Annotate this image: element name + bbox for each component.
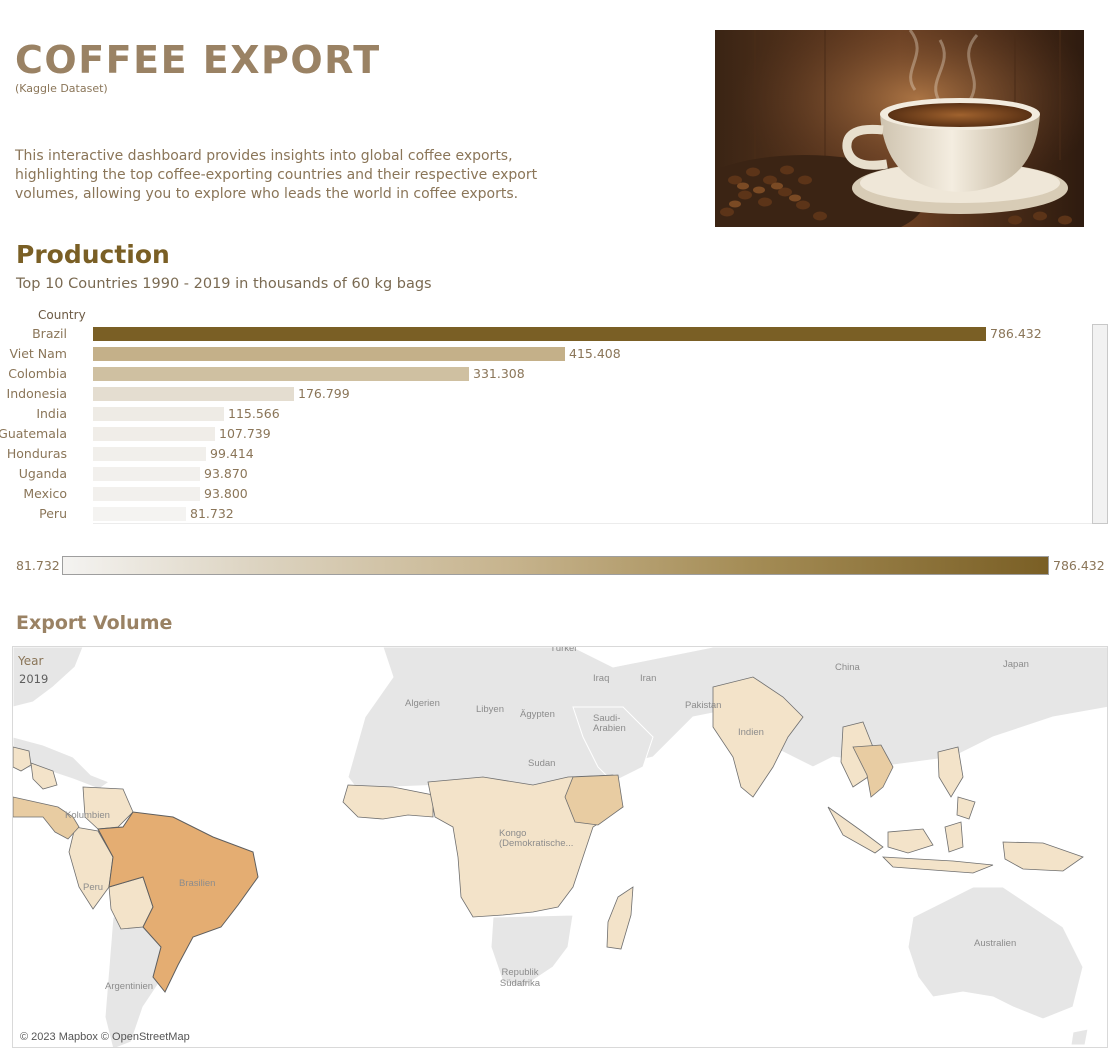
map-attribution[interactable]: © 2023 Mapbox © OpenStreetMap bbox=[20, 1031, 190, 1043]
bar-row[interactable]: India 115.566 bbox=[0, 404, 1090, 424]
legend-color-ramp bbox=[62, 556, 1049, 575]
bar-category-label: Uganda bbox=[18, 466, 67, 481]
production-bar-chart[interactable]: Country Brazil 786.432 Viet Nam 415.408 Colo… bbox=[0, 304, 1110, 526]
bar-row[interactable]: Peru 81.732 bbox=[0, 504, 1090, 524]
bar-value-label: 331.308 bbox=[473, 366, 525, 381]
map-place-label: Republik Südafrika bbox=[499, 967, 541, 989]
map-place-label: China bbox=[835, 662, 860, 673]
bar-value-label: 93.870 bbox=[204, 466, 248, 481]
map-place-label: Australien bbox=[974, 938, 1017, 949]
chart-scrollbar[interactable] bbox=[1092, 324, 1108, 524]
bar-row[interactable]: Mexico 93.800 bbox=[0, 484, 1090, 504]
map-place-label: Indien bbox=[738, 727, 764, 738]
dashboard-description: This interactive dashboard provides insi… bbox=[15, 148, 538, 202]
bar[interactable] bbox=[93, 467, 200, 481]
map-place-label: Saudi-Arabien bbox=[593, 713, 626, 734]
map-place-label: Türkei bbox=[550, 646, 577, 654]
bar-row[interactable]: Colombia 331.308 bbox=[0, 364, 1090, 384]
map-place-label: Brasilien bbox=[179, 878, 216, 889]
legend-max-label: 786.432 bbox=[1053, 558, 1105, 573]
bar-category-label: Guatemala bbox=[0, 426, 67, 441]
map-year-value[interactable]: 2019 bbox=[19, 672, 48, 686]
map-place-label: Algerien bbox=[405, 698, 440, 709]
bar[interactable] bbox=[93, 407, 224, 421]
bar-value-label: 93.800 bbox=[204, 486, 248, 501]
map-place-label: Ägypten bbox=[520, 709, 555, 720]
map-year-label: Year bbox=[18, 654, 44, 668]
production-subtitle: Top 10 Countries 1990 - 2019 in thousand… bbox=[16, 276, 432, 292]
bar[interactable] bbox=[93, 447, 206, 461]
bar-row[interactable]: Uganda 93.870 bbox=[0, 464, 1090, 484]
bar-row[interactable]: Indonesia 176.799 bbox=[0, 384, 1090, 404]
map-place-label: Kongo (Demokratische... bbox=[499, 828, 574, 849]
bar[interactable] bbox=[93, 387, 294, 401]
bar[interactable] bbox=[93, 487, 200, 501]
bar-row[interactable]: Brazil 786.432 bbox=[0, 324, 1090, 344]
dashboard-title: COFFEE EXPORT bbox=[15, 38, 381, 82]
bar[interactable] bbox=[93, 347, 565, 361]
export-volume-title: Export Volume bbox=[16, 612, 173, 634]
country-column-header[interactable]: Country bbox=[38, 308, 86, 322]
bar[interactable] bbox=[93, 507, 186, 521]
bar-value-label: 176.799 bbox=[298, 386, 350, 401]
production-title: Production bbox=[16, 240, 170, 269]
bar[interactable] bbox=[93, 367, 469, 381]
map-place-label: Argentinien bbox=[105, 981, 154, 992]
map-place-label: Libyen bbox=[476, 704, 504, 715]
color-legend: 81.732 786.432 bbox=[0, 555, 1110, 577]
bar-category-label: Viet Nam bbox=[9, 346, 67, 361]
bar[interactable] bbox=[93, 427, 215, 441]
map-place-label: Pakistan bbox=[685, 700, 722, 711]
bar-row[interactable]: Guatemala 107.739 bbox=[0, 424, 1090, 444]
bar-value-label: 99.414 bbox=[210, 446, 254, 461]
bar-value-label: 786.432 bbox=[990, 326, 1042, 341]
legend-min-label: 81.732 bbox=[16, 558, 60, 573]
bar-category-label: Peru bbox=[39, 506, 67, 521]
bar-row[interactable]: Honduras 99.414 bbox=[0, 444, 1090, 464]
bar-value-label: 81.732 bbox=[190, 506, 234, 521]
map-place-label: Iraq bbox=[593, 673, 610, 684]
map-place-label: Kolumbien bbox=[65, 810, 110, 821]
map-place-label: Japan bbox=[1003, 659, 1029, 670]
bar-value-label: 415.408 bbox=[569, 346, 621, 361]
bar-row[interactable]: Viet Nam 415.408 bbox=[0, 344, 1090, 364]
bar-category-label: Honduras bbox=[6, 446, 67, 461]
bar-value-label: 115.566 bbox=[228, 406, 280, 421]
map-place-label: Sudan bbox=[528, 758, 556, 769]
bar-category-label: Brazil bbox=[32, 326, 67, 341]
bar-category-label: Colombia bbox=[8, 366, 67, 381]
bar[interactable] bbox=[93, 327, 986, 341]
bar-category-label: Mexico bbox=[23, 486, 67, 501]
bar-category-label: India bbox=[36, 406, 67, 421]
bar-category-label: Indonesia bbox=[6, 386, 67, 401]
dashboard-subtitle: (Kaggle Dataset) bbox=[15, 82, 108, 95]
coffee-cup-photo bbox=[715, 30, 1084, 227]
bar-value-label: 107.739 bbox=[219, 426, 271, 441]
map-place-label: Peru bbox=[83, 882, 104, 893]
export-volume-map[interactable]: Year 2019 Türkei Iraq Iran China Japan A… bbox=[12, 646, 1108, 1048]
map-place-label: Iran bbox=[640, 673, 657, 684]
